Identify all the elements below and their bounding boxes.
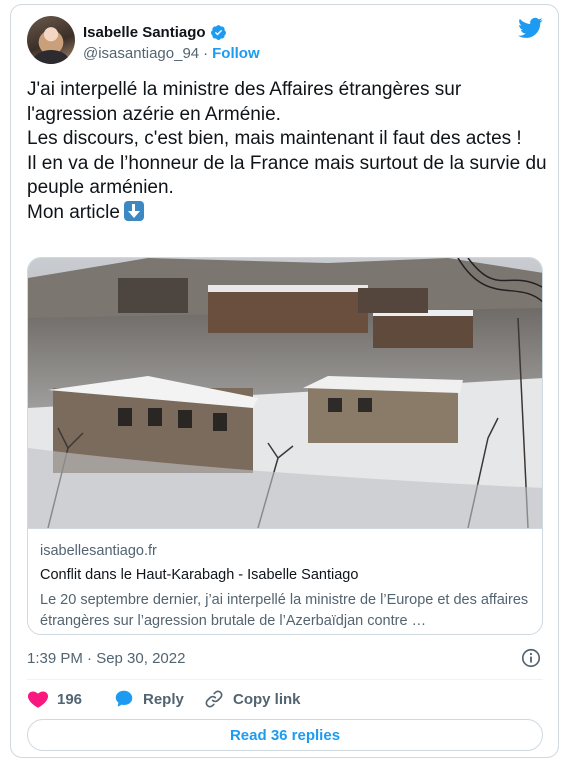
avatar[interactable] — [27, 16, 75, 64]
card-body: isabellesantiago.fr Conflit dans le Haut… — [28, 528, 542, 634]
down-arrow-emoji-icon — [123, 200, 144, 221]
verified-badge-icon — [210, 25, 226, 40]
author-meta: @isasantiago_94 · Follow — [83, 45, 260, 62]
meta-separator: · — [203, 45, 209, 62]
card-image — [28, 258, 542, 528]
author-handle[interactable]: @isasantiago_94 — [83, 45, 199, 62]
card-description: Le 20 septembre dernier, j’ai interpellé… — [40, 592, 529, 629]
heart-icon — [27, 691, 49, 708]
read-replies-button[interactable]: Read 36 replies — [27, 719, 543, 751]
tweet-line: Il en va de l’honneur de la France mais … — [27, 152, 547, 199]
tweet-line: Les discours, c'est bien, mais maintenan… — [27, 128, 522, 149]
reply-label: Reply — [143, 690, 184, 708]
reply-button[interactable]: Reply — [113, 688, 203, 710]
info-icon[interactable] — [520, 647, 542, 669]
like-button[interactable]: 196 — [27, 688, 113, 710]
card-domain: isabellesantiago.fr — [40, 543, 157, 559]
follow-button[interactable]: Follow — [212, 45, 260, 62]
tweet-text: J'ai interpellé la ministre des Affaires… — [27, 78, 547, 225]
link-icon — [205, 690, 223, 708]
author-name[interactable]: Isabelle Santiago — [83, 24, 206, 41]
link-preview-card[interactable]: isabellesantiago.fr Conflit dans le Haut… — [27, 257, 543, 635]
action-bar: 196 Reply Copy link — [27, 686, 301, 712]
card-title: Conflit dans le Haut-Karabagh - Isabelle… — [40, 567, 359, 583]
copy-link-button[interactable]: Copy link — [203, 688, 301, 710]
reply-bubble-icon — [115, 690, 133, 707]
author-name-row[interactable]: Isabelle Santiago — [83, 24, 227, 41]
divider — [27, 679, 543, 680]
copy-link-label: Copy link — [233, 690, 301, 708]
tweet-card: Isabelle Santiago @isasantiago_94 · Foll… — [10, 4, 559, 758]
tweet-line: Mon article — [27, 201, 120, 223]
tweet-line: J'ai interpellé la ministre des Affaires… — [27, 79, 462, 125]
twitter-bird-icon[interactable] — [518, 17, 543, 39]
tweet-line-last: Mon article — [27, 200, 547, 226]
tweet-timestamp[interactable]: 1:39 PM · Sep 30, 2022 — [27, 650, 185, 667]
like-count: 196 — [57, 690, 83, 708]
